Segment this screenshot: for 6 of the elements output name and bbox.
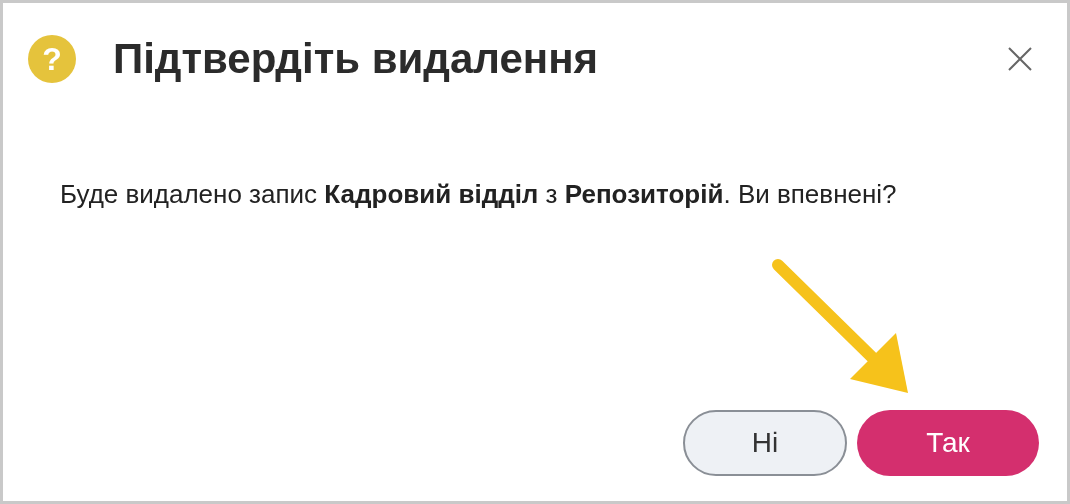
question-icon: ? <box>28 35 76 83</box>
cancel-button[interactable]: Ні <box>683 410 847 476</box>
confirm-button[interactable]: Так <box>857 410 1039 476</box>
confirmation-message: Буде видалено запис Кадровий відділ з Репозиторій. Ви впевнені? <box>60 178 898 211</box>
close-icon[interactable] <box>1007 46 1033 72</box>
dialog-title: Підтвердіть видалення <box>113 35 600 83</box>
